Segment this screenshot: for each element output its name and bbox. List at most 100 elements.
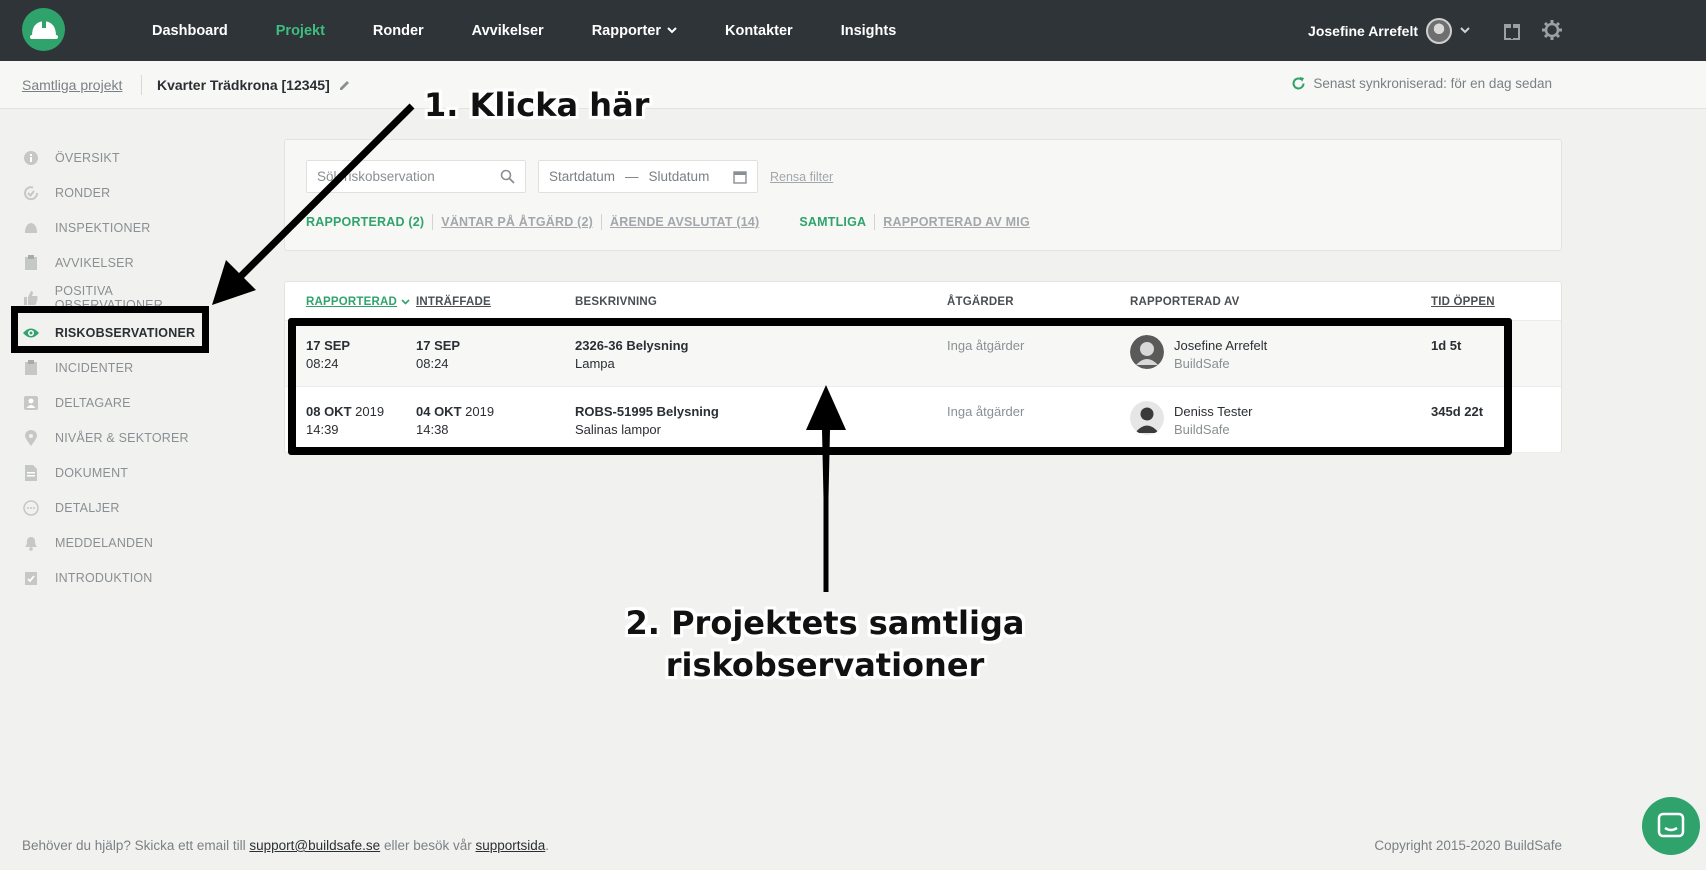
incident-icon bbox=[22, 359, 40, 377]
table-header: RAPPORTERAD INTRÄFFADE BESKRIVNING ÅTGÄR… bbox=[285, 282, 1561, 321]
thumbs-up-icon bbox=[22, 289, 40, 307]
search-input[interactable]: Sök riskobservation bbox=[306, 160, 526, 193]
project-title: Kvarter Trädkrona [12345] bbox=[157, 77, 330, 93]
breadcrumb-all-projects[interactable]: Samtliga projekt bbox=[22, 77, 122, 93]
nav-ronder[interactable]: Ronder bbox=[373, 23, 424, 39]
sidebar-item-label: MEDDELANDEN bbox=[55, 535, 154, 550]
column-atgarder: ÅTGÄRDER bbox=[947, 296, 1014, 308]
nav-kontakter[interactable]: Kontakter bbox=[725, 23, 793, 39]
nav-projekt[interactable]: Projekt bbox=[276, 23, 325, 39]
footer-help: Behöver du hjälp? Skicka ett email till … bbox=[22, 838, 549, 853]
top-navigation-bar: Dashboard Projekt Ronder Avvikelser Rapp… bbox=[0, 0, 1706, 61]
bell-icon bbox=[22, 534, 40, 552]
sidebar-item-inspektioner[interactable]: INSPEKTIONER bbox=[22, 210, 222, 245]
sidebar-item-meddelanden[interactable]: MEDDELANDEN bbox=[22, 525, 222, 560]
highlight-frame-sidebar bbox=[11, 306, 209, 353]
sidebar-item-label: NIVÅER & SEKTORER bbox=[55, 430, 189, 445]
nav-dashboard[interactable]: Dashboard bbox=[152, 23, 228, 39]
footer-help-prefix: Behöver du hjälp? Skicka ett email till bbox=[22, 838, 246, 853]
sidebar-item-label: DELTAGARE bbox=[55, 395, 131, 410]
user-menu[interactable]: Josefine Arrefelt bbox=[1308, 0, 1470, 61]
sidebar-item-incidenter[interactable]: INCIDENTER bbox=[22, 350, 222, 385]
clear-filter-link[interactable]: Rensa filter bbox=[770, 170, 833, 184]
date-range-input[interactable]: Startdatum — Slutdatum bbox=[538, 160, 758, 193]
sidebar-item-ronder[interactable]: RONDER bbox=[22, 175, 222, 210]
sidebar-item-label: RONDER bbox=[55, 185, 111, 200]
tab-rapporterad-av-mig[interactable]: RAPPORTERAD AV MIG bbox=[883, 215, 1030, 229]
annotation-step-2-line-2: riskobservationer bbox=[665, 646, 985, 684]
support-email-link[interactable]: support@buildsafe.se bbox=[249, 838, 380, 853]
checklist-icon bbox=[22, 569, 40, 587]
clipboard-icon bbox=[22, 254, 40, 272]
user-name: Josefine Arrefelt bbox=[1308, 22, 1418, 39]
end-date-field[interactable]: Slutdatum bbox=[649, 169, 710, 184]
gear-icon[interactable] bbox=[1540, 18, 1564, 42]
sidebar-item-oversikt[interactable]: ÖVERSIKT bbox=[22, 140, 222, 175]
annotation-step-1: 1. Klicka här bbox=[424, 86, 650, 124]
filter-panel: Sök riskobservation Startdatum — Slutdat… bbox=[284, 139, 1562, 251]
annotation-step-2: 2. Projektets samtliga riskobservationer bbox=[600, 602, 1050, 686]
chevron-down-icon bbox=[667, 27, 677, 34]
main-nav: Dashboard Projekt Ronder Avvikelser Rapp… bbox=[152, 0, 944, 61]
user-avatar bbox=[1426, 17, 1452, 44]
search-placeholder: Sök riskobservation bbox=[317, 169, 435, 184]
footer-copyright: Copyright 2015-2020 BuildSafe bbox=[1374, 838, 1562, 853]
sidebar-item-label: AVVIKELSER bbox=[55, 255, 134, 270]
tab-divider bbox=[432, 214, 434, 230]
tab-divider bbox=[874, 214, 876, 230]
footer-help-middle: eller besök vår bbox=[383, 838, 472, 853]
pencil-icon[interactable] bbox=[338, 79, 351, 92]
tab-samtliga[interactable]: SAMTLIGA bbox=[799, 215, 866, 229]
tab-arende-avslutat[interactable]: ÄRENDE AVSLUTAT (14) bbox=[610, 215, 759, 229]
support-page-link[interactable]: supportsida bbox=[476, 838, 546, 853]
breadcrumb-divider bbox=[141, 75, 142, 95]
pin-icon bbox=[22, 429, 40, 447]
sidebar-item-nivaer-sektorer[interactable]: NIVÅER & SEKTORER bbox=[22, 420, 222, 455]
nav-rapporter[interactable]: Rapporter bbox=[592, 23, 677, 39]
column-label: RAPPORTERAD bbox=[306, 296, 398, 308]
column-rapporterad[interactable]: RAPPORTERAD bbox=[306, 296, 410, 308]
info-icon bbox=[22, 149, 40, 167]
sidebar-item-detaljer[interactable]: DETALJER bbox=[22, 490, 222, 525]
sidebar-item-avvikelser[interactable]: AVVIKELSER bbox=[22, 245, 222, 280]
date-range-dash: — bbox=[625, 169, 639, 184]
column-tid-oppen[interactable]: TID ÖPPEN bbox=[1431, 296, 1495, 308]
breadcrumb: Samtliga projekt Kvarter Trädkrona [1234… bbox=[0, 61, 1706, 109]
person-icon bbox=[22, 394, 40, 412]
sidebar-item-dokument[interactable]: DOKUMENT bbox=[22, 455, 222, 490]
round-check-icon bbox=[22, 184, 40, 202]
refresh-icon[interactable] bbox=[1291, 76, 1306, 91]
dots-icon bbox=[22, 499, 40, 517]
sync-status: Senast synkroniserad: för en dag sedan bbox=[1291, 76, 1552, 91]
helmet-logo-icon[interactable] bbox=[22, 8, 65, 51]
sidebar-item-label: INCIDENTER bbox=[55, 360, 134, 375]
column-intraffade[interactable]: INTRÄFFADE bbox=[416, 296, 491, 308]
gift-icon[interactable] bbox=[1500, 18, 1524, 42]
document-icon bbox=[22, 464, 40, 482]
search-icon[interactable] bbox=[500, 169, 515, 184]
column-rapporterad-av: RAPPORTERAD AV bbox=[1130, 296, 1240, 308]
chat-button[interactable] bbox=[1642, 797, 1700, 855]
chevron-down-icon bbox=[401, 299, 410, 305]
sidebar-item-label: ÖVERSIKT bbox=[55, 150, 120, 165]
calendar-icon[interactable] bbox=[733, 170, 747, 184]
sidebar-item-label: INTRODUKTION bbox=[55, 570, 153, 585]
chat-icon bbox=[1657, 812, 1685, 838]
breadcrumb-current-project: Kvarter Trädkrona [12345] bbox=[157, 77, 351, 93]
cloud-icon bbox=[22, 219, 40, 237]
status-tabs: RAPPORTERAD (2) VÄNTAR PÅ ÅTGÄRD (2) ÄRE… bbox=[306, 214, 1030, 230]
sidebar-item-label: INSPEKTIONER bbox=[55, 220, 151, 235]
start-date-field[interactable]: Startdatum bbox=[549, 169, 615, 184]
tab-rapporterad[interactable]: RAPPORTERAD (2) bbox=[306, 215, 424, 229]
sidebar-item-label: DOKUMENT bbox=[55, 465, 129, 480]
sidebar-item-introduktion[interactable]: INTRODUKTION bbox=[22, 560, 222, 595]
tab-vantar-pa-atgard[interactable]: VÄNTAR PÅ ÅTGÄRD (2) bbox=[441, 215, 593, 229]
nav-avvikelser[interactable]: Avvikelser bbox=[472, 23, 544, 39]
chevron-down-icon bbox=[1460, 27, 1470, 34]
highlight-frame-table bbox=[288, 318, 1512, 455]
nav-insights[interactable]: Insights bbox=[841, 23, 897, 39]
sidebar-item-deltagare[interactable]: DELTAGARE bbox=[22, 385, 222, 420]
footer-help-suffix: . bbox=[545, 838, 550, 853]
nav-rapporter-label: Rapporter bbox=[591, 22, 661, 39]
column-beskrivning: BESKRIVNING bbox=[575, 296, 658, 308]
